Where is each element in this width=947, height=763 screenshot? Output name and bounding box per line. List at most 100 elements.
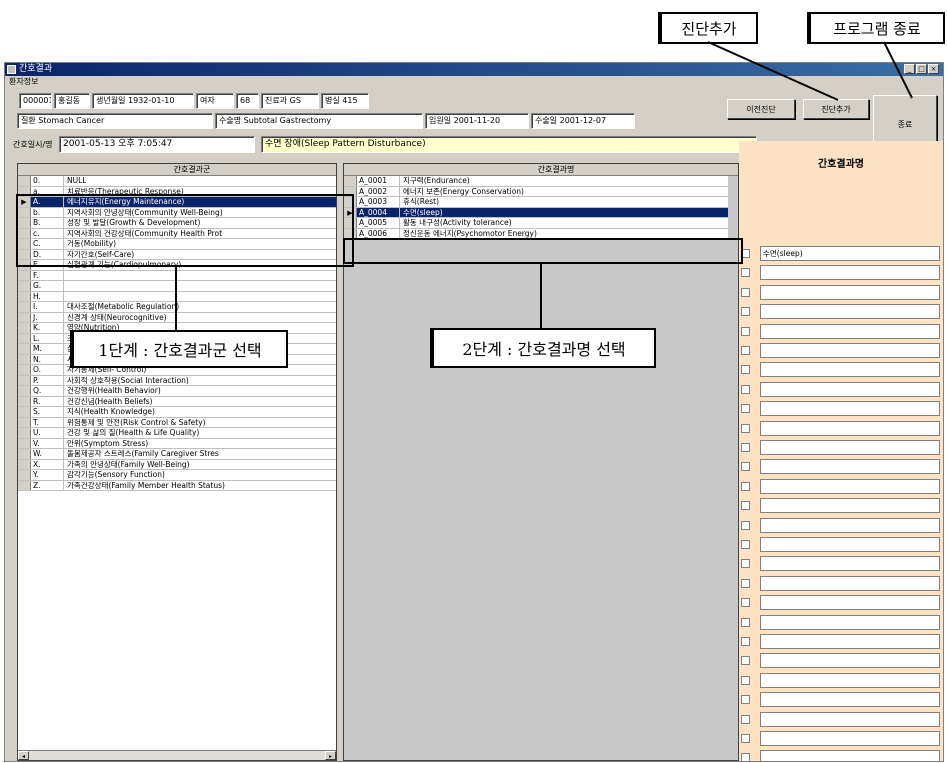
outcome-group-code: 0. — [31, 176, 64, 186]
selected-outcome-field[interactable] — [760, 653, 940, 669]
outcome-checkbox[interactable] — [741, 268, 750, 278]
close-button[interactable]: × — [928, 64, 939, 74]
selected-outcome-field[interactable]: 수면(sleep) — [760, 246, 940, 261]
outcome-checkbox[interactable] — [741, 675, 750, 685]
outcome-group-row[interactable]: G. — [18, 281, 336, 292]
selected-outcome-row — [741, 594, 940, 611]
scroll-right-icon[interactable]: ▸ — [325, 751, 336, 760]
add-diagnosis-button[interactable]: 진단추가 — [803, 99, 869, 119]
outcome-checkbox[interactable] — [741, 578, 750, 588]
outcome-checkbox[interactable] — [741, 734, 750, 743]
outcome-name-row[interactable]: ▶ A_0004 수면(sleep) — [344, 207, 728, 218]
selected-outcome-field[interactable] — [760, 420, 940, 436]
selected-outcome-field[interactable] — [760, 265, 940, 281]
outcome-group-row[interactable]: U. 건강 및 삶의 질(Health & Life Quality) — [18, 428, 336, 439]
outcome-group-row[interactable]: S. 지식(Health Knowledge) — [18, 407, 336, 418]
menu-patient-info[interactable]: 환자정보 — [9, 76, 38, 87]
outcome-group-row[interactable]: X. 가족의 안녕상태(Family Well-Being) — [18, 459, 336, 470]
selected-outcome-field[interactable] — [760, 692, 940, 708]
selected-outcome-field[interactable] — [760, 401, 940, 417]
outcome-checkbox[interactable] — [741, 365, 750, 375]
outcome-checkbox[interactable] — [741, 462, 750, 472]
outcome-checkbox[interactable] — [741, 598, 750, 608]
outcome-name-row[interactable]: A_0002 에너지 보존(Energy Conservation) — [344, 186, 728, 197]
outcome-group-row[interactable]: P. 사회적 상호작용(Social Interaction) — [18, 375, 336, 386]
selected-outcome-field[interactable] — [760, 750, 940, 761]
selected-outcome-field[interactable] — [760, 284, 940, 300]
selected-outcome-field[interactable] — [760, 711, 940, 727]
outcome-group-code: K. — [31, 323, 64, 333]
selected-outcome-field[interactable] — [760, 381, 940, 397]
outcome-name-label: 활동 내구성(Activity tolerance) — [403, 218, 512, 227]
outcome-group-row[interactable]: F. — [18, 270, 336, 281]
selected-outcome-field[interactable] — [760, 304, 940, 320]
row-selector — [18, 428, 31, 438]
outcome-group-row[interactable]: Y. 감각기능(Sensory Function) — [18, 470, 336, 481]
outcome-group-row[interactable]: Z. 가족건강상태(Family Member Health Status) — [18, 480, 336, 491]
maximize-button[interactable]: □ — [916, 64, 927, 74]
outcome-checkbox[interactable] — [741, 656, 750, 666]
outcome-checkbox[interactable] — [741, 753, 750, 761]
selected-outcome-field[interactable] — [760, 556, 940, 572]
sex-field: 여자 — [196, 93, 234, 109]
outcome-name-row[interactable]: A_0005 활동 내구성(Activity tolerance) — [344, 218, 728, 229]
outcome-checkbox[interactable] — [741, 423, 750, 433]
outcome-checkbox[interactable] — [741, 520, 750, 530]
selected-outcome-field[interactable] — [760, 614, 940, 630]
outcome-group-name: 안위(Symptom Stress) — [67, 438, 149, 448]
selected-outcome-field[interactable] — [760, 731, 940, 746]
outcome-group-row[interactable]: J. 신경계 상태(Neurocognitive) — [18, 312, 336, 323]
outcome-checkbox[interactable] — [741, 695, 750, 705]
outcome-name-row[interactable]: A_0003 휴식(Rest) — [344, 197, 728, 208]
selected-outcome-field[interactable] — [760, 498, 940, 514]
record-datetime-field: 2001-05-13 오후 7:05:47 — [59, 136, 255, 153]
outcome-group-name: NULL — [67, 176, 87, 185]
outcome-group-row[interactable]: I. 대사조절(Metabolic Regulation) — [18, 302, 336, 313]
selected-outcome-field[interactable] — [760, 634, 940, 649]
outcome-name-row[interactable]: A_0001 지구력(Endurance) — [344, 176, 728, 187]
outcome-group-row[interactable]: R. 건강신념(Health Beliefs) — [18, 396, 336, 407]
selected-outcome-row — [741, 420, 940, 437]
selected-outcome-field[interactable] — [760, 362, 940, 378]
outcome-checkbox[interactable] — [741, 307, 750, 317]
outcome-group-row[interactable]: H. — [18, 291, 336, 302]
outcome-group-scrollbar[interactable]: ◂ ▸ — [18, 750, 336, 760]
outcome-checkbox[interactable] — [741, 443, 750, 452]
outcome-group-code: T. — [31, 417, 64, 427]
outcome-group-row[interactable]: Q. 건강행위(Health Behavior) — [18, 386, 336, 397]
outcome-checkbox[interactable] — [741, 404, 750, 414]
outcome-checkbox[interactable] — [741, 637, 750, 646]
room-field: 병실 415 — [321, 93, 369, 109]
outcome-group-row[interactable]: 0. NULL — [18, 176, 336, 187]
selected-outcome-field[interactable] — [760, 478, 940, 494]
outcome-checkbox[interactable] — [741, 501, 750, 511]
selected-outcome-field[interactable] — [760, 537, 940, 552]
step1-connector — [175, 266, 177, 330]
minimize-button[interactable]: _ — [904, 64, 915, 74]
outcome-checkbox[interactable] — [741, 481, 750, 491]
outcome-group-row[interactable]: T. 위험통제 및 안전(Risk Control & Safety) — [18, 417, 336, 428]
disease-field: 질환 Stomach Cancer — [17, 113, 213, 129]
outcome-group-row[interactable]: W. 돌봄제공자 스트레스(Family Caregiver Stres — [18, 449, 336, 460]
selected-outcome-field[interactable] — [760, 459, 940, 475]
outcome-group-name: 돌봄제공자 스트레스(Family Caregiver Stres — [67, 449, 219, 458]
selected-outcome-field[interactable] — [760, 672, 940, 688]
outcome-checkbox[interactable] — [741, 384, 750, 394]
selected-outcome-field[interactable] — [760, 517, 940, 533]
outcome-checkbox[interactable] — [741, 540, 750, 549]
selected-outcome-field[interactable] — [760, 575, 940, 591]
selected-outcome-field[interactable] — [760, 343, 940, 358]
outcome-group-row[interactable]: V. 안위(Symptom Stress) — [18, 438, 336, 449]
selected-outcome-field[interactable] — [760, 323, 940, 339]
previous-diagnosis-button[interactable]: 이전진단 — [727, 99, 795, 119]
step1-callout: 1단계 : 간호결과군 선택 — [70, 330, 288, 368]
selected-outcome-field[interactable] — [760, 440, 940, 455]
outcome-checkbox[interactable] — [741, 714, 750, 724]
outcome-checkbox[interactable] — [741, 326, 750, 336]
selected-outcome-field[interactable] — [760, 595, 940, 611]
outcome-checkbox[interactable] — [741, 559, 750, 569]
outcome-checkbox[interactable] — [741, 287, 750, 297]
scroll-left-icon[interactable]: ◂ — [18, 751, 29, 760]
outcome-checkbox[interactable] — [741, 346, 750, 355]
outcome-checkbox[interactable] — [741, 617, 750, 627]
